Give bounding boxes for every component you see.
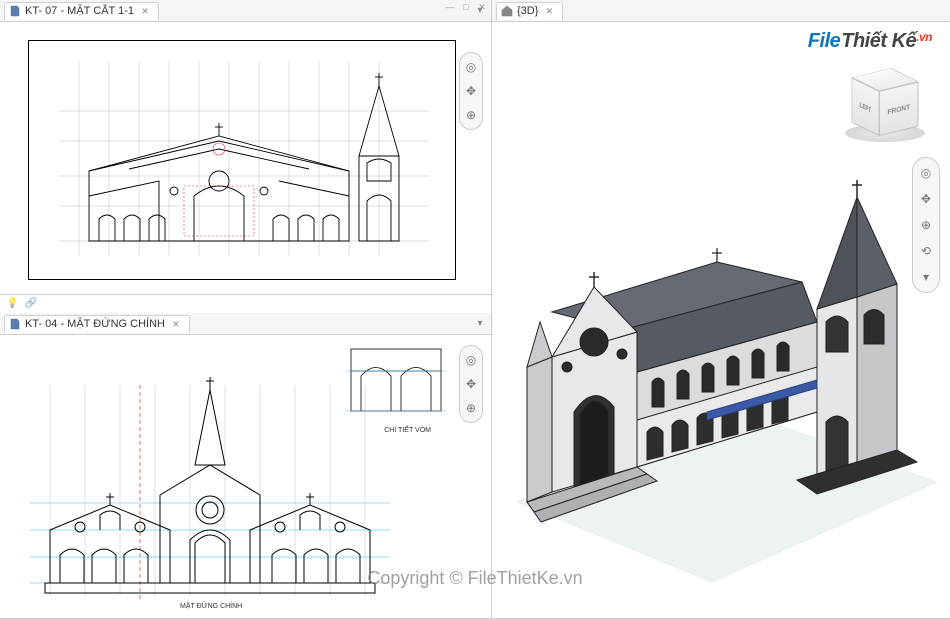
pane-front-elevation: 💡 🔗 KT- 04 - MẶT ĐỨNG CHÍNH ✕ ▾ (0, 295, 491, 619)
nav-pan-icon[interactable]: ✥ (462, 375, 480, 393)
nav-wheel-icon[interactable]: ◎ (462, 58, 480, 76)
maximize-icon[interactable]: □ (459, 1, 473, 13)
bulb-icon[interactable]: 💡 (6, 298, 18, 309)
drawing-label: MẶT ĐỨNG CHÍNH (180, 603, 242, 610)
link-icon[interactable]: 🔗 (24, 298, 36, 309)
section-drawing (29, 41, 457, 281)
close-icon[interactable]: ✕ (544, 6, 554, 16)
canvas-3d[interactable]: FileThiết Kế.vn FRONT LEFT ◎ ✥ (492, 22, 950, 618)
minimize-icon[interactable]: — (443, 1, 457, 13)
tab-label: KT- 04 - MẶT ĐỨNG CHÍNH (25, 318, 165, 330)
viewctrl-top: 💡 🔗 (6, 298, 37, 309)
nav-wheel-icon[interactable]: ◎ (462, 351, 480, 369)
tabbar-top-left: KT- 07 - MẶT CẮT 1-1 ✕ ▾ (0, 0, 491, 22)
model-3d (492, 22, 950, 618)
chevron-down-icon[interactable]: ▾ (473, 317, 487, 331)
tabbar-bottom-left: KT- 04 - MẶT ĐỨNG CHÍNH ✕ ▾ (0, 313, 491, 335)
close-icon[interactable]: ✕ (171, 319, 181, 329)
pane-section-1-1: KT- 07 - MẶT CẮT 1-1 ✕ ▾ — □ ✕ (0, 0, 491, 295)
tab-section[interactable]: KT- 07 - MẶT CẮT 1-1 ✕ (4, 2, 159, 20)
elevation-drawing (10, 355, 480, 615)
nav-pan-icon[interactable]: ✥ (462, 82, 480, 100)
sheet-icon (9, 318, 21, 330)
canvas-elevation[interactable]: CHI TIẾT VÒM (0, 335, 491, 618)
navbar: ◎ ✥ ⊕ (459, 52, 483, 130)
navbar: ◎ ✥ ⊕ (459, 345, 483, 423)
pane-3d: {3D} ✕ FileThiết Kế.vn FRONT LEFT (492, 0, 950, 619)
nav-zoom-icon[interactable]: ⊕ (462, 106, 480, 124)
canvas-section[interactable]: ◎ ✥ ⊕ (0, 22, 491, 294)
tab-3d[interactable]: {3D} ✕ (496, 2, 563, 20)
tab-label: {3D} (517, 5, 538, 17)
tab-label: KT- 07 - MẶT CẮT 1-1 (25, 5, 134, 17)
home-icon (501, 5, 513, 17)
nav-zoom-icon[interactable]: ⊕ (462, 399, 480, 417)
close-icon[interactable]: ✕ (140, 6, 150, 16)
tab-elevation[interactable]: KT- 04 - MẶT ĐỨNG CHÍNH ✕ (4, 315, 190, 333)
sheet-icon (9, 5, 21, 17)
close-icon[interactable]: ✕ (475, 1, 489, 13)
tabbar-3d: {3D} ✕ (492, 0, 950, 22)
